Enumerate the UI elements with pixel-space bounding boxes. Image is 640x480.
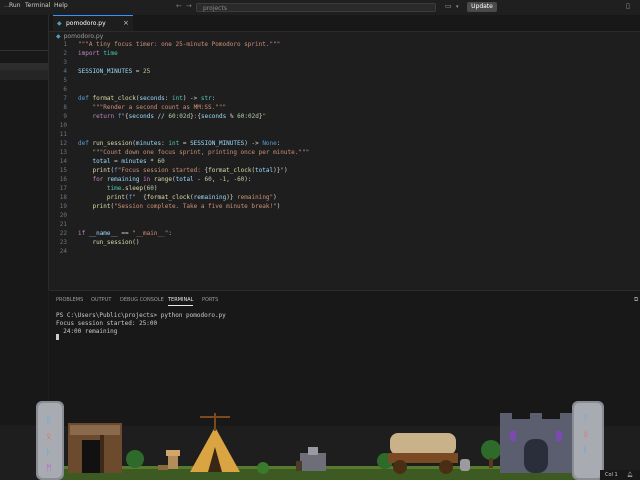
terminal-line: Focus session started: 25:00 — [56, 320, 158, 327]
pixel-art-village-banner: ᚱ ᛟ ᚦ ᛗ ᚠ ᛟ ᚦ — [36, 401, 604, 480]
line-number: 20 — [59, 211, 67, 219]
code-line: time.sleep(60) — [106, 184, 158, 192]
tent — [190, 413, 240, 472]
update-button[interactable]: Update — [467, 2, 497, 12]
chevron-down-icon[interactable]: ▾ — [456, 4, 459, 10]
tab-output[interactable]: OUTPUT — [91, 297, 111, 303]
line-number: 9 — [63, 112, 67, 120]
python-icon: ◆ — [56, 33, 61, 40]
maximize-panel-icon[interactable]: ⧉ — [634, 296, 638, 304]
knight-sprite — [296, 447, 326, 471]
svg-text:ᛟ: ᛟ — [583, 430, 588, 440]
code-line: print(f"Focus session started: {format_c… — [92, 166, 288, 174]
svg-text:ᛗ: ᛗ — [46, 463, 51, 474]
svg-text:ᛟ: ᛟ — [46, 432, 51, 442]
line-number: 10 — [59, 121, 67, 129]
line-number: 11 — [59, 130, 67, 138]
terminal-line: 24:00 remaining — [56, 328, 118, 335]
line-number: 4 — [63, 67, 67, 75]
stone-castle — [500, 413, 572, 473]
arrow-right-icon[interactable]: → — [186, 2, 192, 10]
code-line: """A tiny focus timer: one 25-minute Pom… — [78, 40, 281, 48]
rune-pillar-left: ᚱ ᛟ ᚦ ᛗ — [36, 401, 64, 480]
line-number: 3 — [63, 58, 67, 66]
line-number: 15 — [59, 166, 67, 174]
line-number: 21 — [59, 220, 67, 228]
tab-bar: ◆ pomodoro.py × — [49, 15, 640, 32]
line-number: 14 — [59, 157, 67, 165]
line-number: 23 — [59, 238, 67, 246]
code-line: run_session() — [92, 238, 140, 246]
line-number: 5 — [63, 76, 67, 84]
tab-pomodoro[interactable]: ◆ pomodoro.py × — [53, 15, 133, 31]
menu-run[interactable]: Run — [9, 2, 21, 9]
close-icon[interactable]: × — [123, 19, 129, 27]
menu-help[interactable]: Help — [54, 2, 68, 9]
line-number: 1 — [63, 40, 67, 48]
code-line: def format_clock(seconds: int) -> str: — [78, 94, 216, 102]
code-line: if __name__ == "__main__": — [78, 229, 172, 237]
line-number: 2 — [63, 49, 67, 57]
svg-text:ᚦ: ᚦ — [583, 445, 588, 456]
layout-icon[interactable]: ▯ — [626, 2, 630, 10]
code-line: import time — [78, 49, 118, 57]
rune-pillar-right: ᚠ ᛟ ᚦ — [572, 401, 604, 480]
line-number: 22 — [59, 229, 67, 237]
line-number: 8 — [63, 103, 67, 111]
tab-problems[interactable]: PROBLEMS — [56, 297, 83, 303]
line-number: 6 — [63, 85, 67, 93]
line-number: 18 — [59, 193, 67, 201]
chat-icon[interactable]: ▭ — [445, 2, 452, 10]
tab-label: pomodoro.py — [66, 20, 106, 27]
line-number: 16 — [59, 175, 67, 183]
breadcrumb[interactable]: ◆ pomodoro.py — [56, 33, 103, 40]
code-editor[interactable]: 1 2 3 4 5 6 7 8 9 10 11 12 13 14 15 16 17 18 19 20 21 22 23 24 … — [49, 40, 640, 290]
search-text: projects — [203, 5, 227, 12]
line-number: 24 — [59, 247, 67, 255]
tab-terminal[interactable]: TERMINAL — [168, 297, 194, 306]
cursor-position[interactable]: Col 1 — [605, 472, 618, 478]
menu-terminal[interactable]: Terminal — [25, 2, 50, 9]
line-number: 17 — [59, 184, 67, 192]
code-line: print("Session complete. Take a five min… — [92, 202, 281, 210]
status-bar: Col 1 🔔︎ — [600, 470, 640, 480]
bell-icon[interactable]: 🔔︎ — [627, 472, 633, 478]
line-number: 13 — [59, 148, 67, 156]
code-line: print(f" {format_clock(remaining)} remai… — [106, 193, 277, 201]
code-line: return f"{seconds // 60:02d}:{seconds % … — [92, 112, 267, 120]
breadcrumb-file: pomodoro.py — [63, 33, 104, 40]
sidebar — [0, 15, 48, 425]
code-line: for remaining in range(total - 60, -1, -… — [92, 175, 252, 183]
title-bar: … Run Terminal Help ← → projects ▭ ▾ Upd… — [0, 0, 640, 16]
sidebar-section-band[interactable] — [0, 70, 48, 80]
svg-text:ᚦ: ᚦ — [46, 447, 51, 458]
python-icon: ◆ — [57, 20, 62, 27]
line-number: 7 — [63, 94, 67, 102]
svg-text:ᚠ: ᚠ — [583, 413, 588, 424]
line-number: 12 — [59, 139, 67, 147]
command-center-search[interactable]: projects — [196, 3, 436, 12]
terminal-cursor[interactable] — [56, 334, 59, 340]
line-number: 19 — [59, 202, 67, 210]
cave-hut — [68, 423, 122, 473]
code-line: SESSION_MINUTES = 25 — [78, 67, 151, 75]
svg-text:ᚱ: ᚱ — [46, 415, 51, 426]
arrow-left-icon[interactable]: ← — [176, 2, 182, 10]
tab-debug-console[interactable]: DEBUG CONSOLE — [120, 297, 164, 303]
sidebar-divider — [0, 50, 48, 51]
villager-sprite — [158, 450, 180, 470]
terminal-line: PS C:\Users\Public\projects> python pomo… — [56, 312, 226, 319]
code-line: """Render a second count as MM:SS.""" — [92, 103, 227, 111]
code-line: def run_session(minutes: int = SESSION_M… — [78, 139, 281, 147]
code-line: """Count down one focus sprint, printing… — [92, 148, 310, 156]
tab-ports[interactable]: PORTS — [202, 297, 218, 303]
gravestone — [460, 459, 470, 471]
code-line: total = minutes * 60 — [92, 157, 165, 165]
